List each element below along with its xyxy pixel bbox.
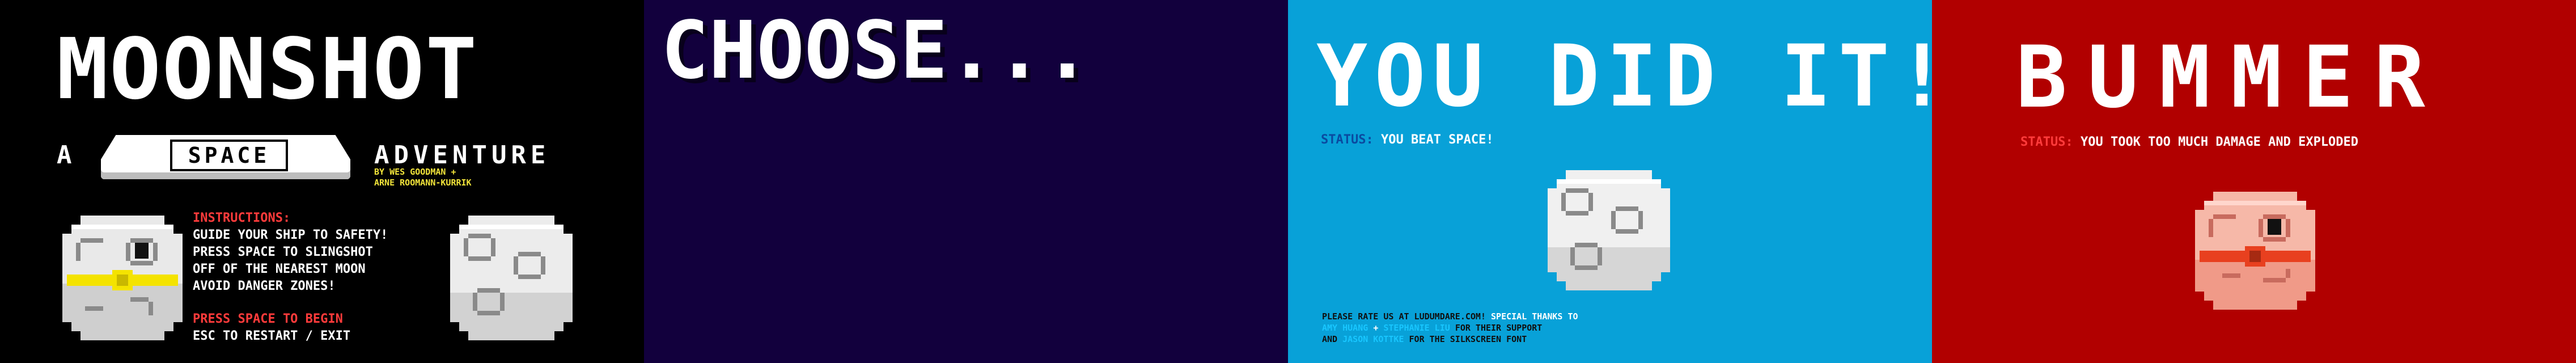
lose-title: BUMMER (2016, 28, 2446, 127)
subtitle-adventure: ADVENTURE (374, 141, 550, 170)
thanks-name-3: JASON KOTTKE (1342, 334, 1404, 344)
thanks-name-2: STEPHANIE LIU (1383, 323, 1450, 333)
status-label: STATUS: (1321, 133, 1374, 147)
rate-prompt: PLEASE RATE US AT LUDUMDARE.COM! (1322, 311, 1486, 322)
press-space-prompt: PRESS SPACE TO BEGIN (193, 312, 343, 326)
choose-screen: CHOOSE... (644, 0, 1288, 363)
status-line: STATUS: YOU BEAT SPACE! (1321, 132, 1494, 149)
win-title: YOU DID IT! (1316, 27, 1932, 126)
title-screen: MOONSHOT A SPACE ADVENTURE BY WES GOODMA… (0, 0, 644, 363)
credits-line-1: BY WES GOODMAN + (374, 167, 456, 177)
moon-icon (1548, 170, 1670, 290)
special-thanks: SPECIAL THANKS TO (1491, 311, 1578, 322)
status-line: STATUS: YOU TOOK TOO MUCH DAMAGE AND EXP… (2020, 134, 2358, 151)
credits-line-1: PLEASE RATE US AT LUDUMDARE.COM! SPECIAL… (1322, 311, 1578, 322)
credits: BY WES GOODMAN + ARNE ROOMANN-KURRIK (374, 167, 472, 188)
and-text: AND (1322, 334, 1338, 344)
instruction-line: OFF OF THE NEAREST MOON (193, 262, 366, 276)
ship-moon-icon (62, 216, 183, 340)
font-credit: FOR THE SILKSCREEN FONT (1409, 334, 1527, 344)
subtitle-space: SPACE (170, 140, 288, 171)
win-screen: YOU DID IT! STATUS: YOU BEAT SPACE! PLEA… (1288, 0, 1932, 363)
subtitle-a: A (57, 141, 72, 170)
instructions-list: GUIDE YOUR SHIP TO SAFETY! PRESS SPACE T… (193, 227, 388, 295)
credits-line-2: ARNE ROOMANN-KURRIK (374, 178, 472, 188)
game-title: MOONSHOT (57, 20, 478, 118)
credits-block: PLEASE RATE US AT LUDUMDARE.COM! SPECIAL… (1322, 311, 1578, 345)
credits-line-2: AMY HUANG + STEPHANIE LIU FOR THEIR SUPP… (1322, 322, 1578, 334)
instructions-heading: INSTRUCTIONS: (193, 211, 291, 225)
instruction-line: GUIDE YOUR SHIP TO SAFETY! (193, 228, 388, 242)
status-value: YOU TOOK TOO MUCH DAMAGE AND EXPLODED (2080, 135, 2359, 149)
support-text: FOR THEIR SUPPORT (1455, 323, 1543, 333)
thanks-name-1: AMY HUANG (1322, 323, 1368, 333)
esc-prompt: ESC TO RESTART / EXIT (193, 329, 351, 343)
status-value: YOU BEAT SPACE! (1380, 133, 1494, 147)
credits-line-3: AND JASON KOTTKE FOR THE SILKSCREEN FONT (1322, 334, 1578, 345)
instruction-line: PRESS SPACE TO SLINGSHOT (193, 245, 373, 259)
lose-screen: BUMMER STATUS: YOU TOOK TOO MUCH DAMAGE … (1932, 0, 2576, 363)
instruction-line: AVOID DANGER ZONES! (193, 279, 336, 293)
moon-icon (450, 216, 573, 340)
status-label: STATUS: (2020, 135, 2073, 149)
damaged-moon-icon (2195, 192, 2315, 310)
plus-sign: + (1373, 323, 1379, 333)
choose-title: CHOOSE... (661, 5, 1091, 97)
